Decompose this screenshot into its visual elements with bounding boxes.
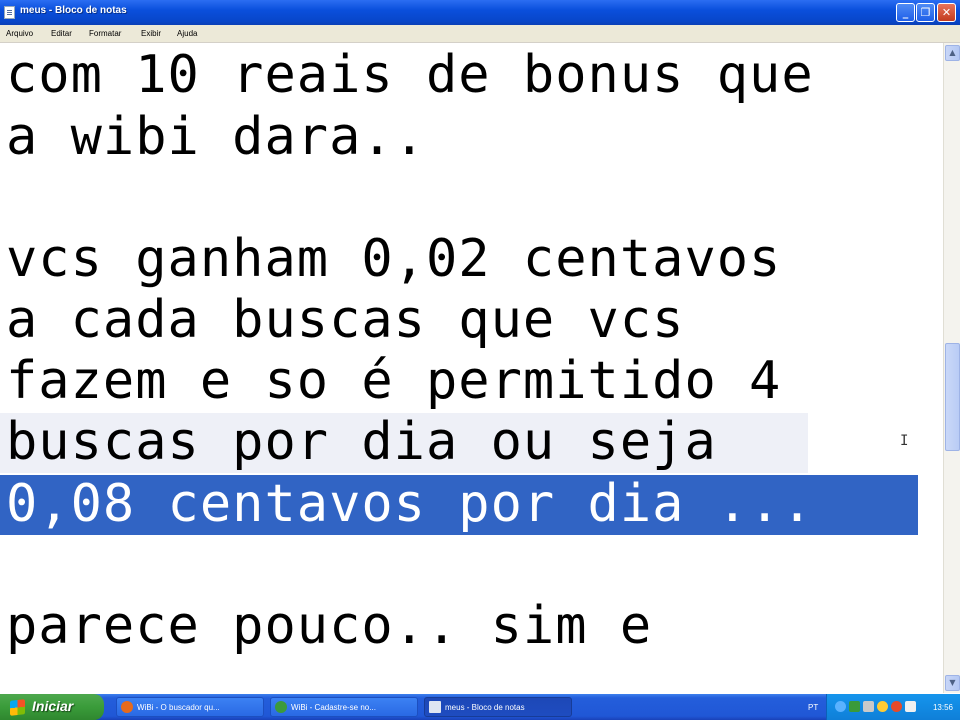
- text-line-1: com 10 reais de bonus que: [6, 45, 814, 105]
- minimize-button[interactable]: _: [896, 3, 915, 22]
- maximize-button[interactable]: ❐: [916, 3, 935, 22]
- security-icon[interactable]: [849, 701, 860, 712]
- restore-icon: ❐: [920, 6, 931, 19]
- menu-exibir[interactable]: Exibir: [141, 29, 161, 38]
- scroll-thumb[interactable]: [945, 343, 960, 451]
- scroll-up-button[interactable]: ▲: [945, 45, 960, 61]
- taskbar-item-wibi-cadastre[interactable]: WiBi - Cadastre-se no...: [270, 697, 418, 717]
- arrow-down-icon: ▼: [949, 678, 956, 687]
- task-label: meus - Bloco de notas: [445, 703, 525, 712]
- start-button[interactable]: Iniciar: [0, 694, 104, 720]
- text-line-7: buscas por dia ou seja: [6, 412, 717, 472]
- text-line-6: fazem e so é permitido 4: [6, 351, 782, 411]
- menu-arquivo[interactable]: Arquivo: [6, 29, 33, 38]
- task-label: WiBi - O buscador qu...: [137, 703, 220, 712]
- task-label: WiBi - Cadastre-se no...: [291, 703, 376, 712]
- notepad-icon: [429, 701, 441, 713]
- vertical-scrollbar[interactable]: ▲ ▼: [943, 43, 960, 693]
- notepad-icon: [4, 6, 15, 19]
- network-icon[interactable]: [835, 701, 846, 712]
- text-editor[interactable]: com 10 reais de bonus que a wibi dara.. …: [0, 43, 943, 693]
- selected-text-line: 0,08 centavos por dia ...: [6, 474, 814, 534]
- close-icon: ✕: [941, 6, 952, 19]
- display-icon[interactable]: [905, 701, 916, 712]
- minimize-icon: _: [902, 6, 909, 19]
- title-bar[interactable]: meus - Bloco de notas _ ❐ ✕: [0, 0, 960, 25]
- system-tray: 13:56: [826, 694, 960, 720]
- taskbar: Iniciar WiBi - O buscador qu... WiBi - C…: [0, 694, 960, 720]
- taskbar-item-wibi-buscador[interactable]: WiBi - O buscador qu...: [116, 697, 264, 717]
- ibeam-cursor-icon: I: [900, 433, 909, 449]
- messenger-icon[interactable]: [877, 701, 888, 712]
- antivirus-icon[interactable]: [891, 701, 902, 712]
- browser-icon: [121, 701, 133, 713]
- arrow-up-icon: ▲: [949, 48, 956, 57]
- text-line-10: parece pouco.. sim e: [6, 596, 653, 656]
- browser-icon: [275, 701, 287, 713]
- start-label: Iniciar: [32, 698, 74, 714]
- close-button[interactable]: ✕: [937, 3, 956, 22]
- text-line-5: a cada buscas que vcs: [6, 290, 685, 350]
- volume-icon[interactable]: [863, 701, 874, 712]
- menu-ajuda[interactable]: Ajuda: [177, 29, 197, 38]
- language-indicator[interactable]: PT: [808, 703, 818, 712]
- menu-formatar[interactable]: Formatar: [89, 29, 121, 38]
- clock[interactable]: 13:56: [933, 703, 953, 712]
- menu-bar: Arquivo Editar Formatar Exibir Ajuda: [0, 25, 960, 43]
- scroll-down-button[interactable]: ▼: [945, 675, 960, 691]
- text-line-2: a wibi dara..: [6, 107, 426, 167]
- taskbar-item-notepad[interactable]: meus - Bloco de notas: [424, 697, 572, 717]
- window-title: meus - Bloco de notas: [20, 5, 127, 16]
- menu-editar[interactable]: Editar: [51, 29, 72, 38]
- text-line-4: vcs ganham 0,02 centavos: [6, 229, 782, 289]
- windows-logo-icon: [10, 699, 25, 716]
